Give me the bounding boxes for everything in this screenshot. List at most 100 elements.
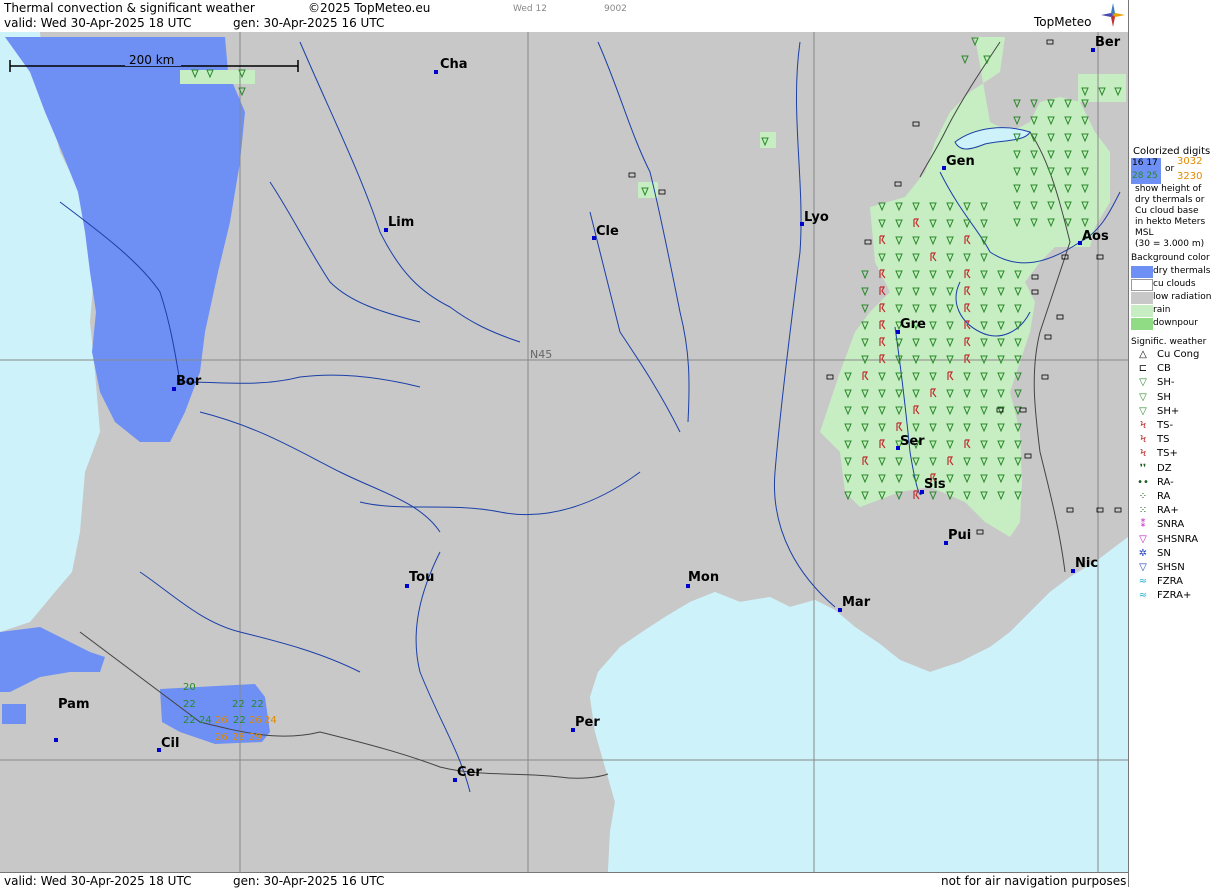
legend-sig-item: ⊏ CB (1131, 363, 1219, 376)
legend-sig-item: ▽ SH- (1131, 377, 1219, 390)
weather-symbol-icon: ⁑ (1140, 519, 1146, 531)
legend-sig-label: SH+ (1157, 405, 1180, 417)
city-mar[interactable]: Mar (838, 595, 871, 612)
sample-orange-top: 3032 (1177, 156, 1203, 167)
legend-sig-label: RA+ (1157, 505, 1179, 517)
weather-symbol-icon: ✲ (1138, 547, 1148, 559)
legend-bg-lowrad (1131, 292, 1153, 304)
svg-text:Cil: Cil (161, 736, 179, 751)
svg-text:Per: Per (575, 715, 600, 730)
digit: 26 (215, 732, 228, 743)
legend-panel: Colorized digits 16 17 28 25 or 3032 323… (1128, 0, 1219, 887)
legend-desc-2: Cu cloud base (1135, 206, 1199, 216)
weather-symbol-icon: ⊏ (1138, 363, 1148, 375)
city-gre[interactable]: Gre (896, 317, 926, 334)
legend-sig-label: TS (1157, 434, 1170, 446)
legend-bg-rain-label: rain (1153, 305, 1171, 315)
svg-text:Pam: Pam (58, 697, 90, 712)
city-ber[interactable]: Ber (1091, 35, 1121, 52)
svg-text:Cle: Cle (596, 224, 619, 239)
legend-bg-lowrad-label: low radiation (1153, 292, 1212, 302)
svg-text:Lim: Lim (388, 215, 414, 230)
city-per[interactable]: Per (571, 715, 600, 732)
legend-bg-downpour-label: downpour (1153, 318, 1198, 328)
svg-text:Mon: Mon (688, 570, 719, 585)
legend-or: or (1165, 164, 1175, 174)
compass-icon (1101, 3, 1125, 27)
city-aos[interactable]: Aos (1078, 229, 1109, 245)
legend-sig-label: DZ (1157, 462, 1172, 474)
weather-symbol-icon: ▽ (1139, 377, 1147, 389)
legend-sig-item: ❜❜ DZ (1131, 463, 1219, 476)
svg-text:Nic: Nic (1075, 556, 1098, 571)
weather-symbol-icon: ▽ (1139, 562, 1147, 573)
header-bar: Thermal convection & significant weather… (0, 0, 1128, 33)
legend-bg-cu-label: cu clouds (1153, 279, 1196, 289)
map-title: Thermal convection & significant weather (4, 1, 255, 15)
legend-desc-3: in hekto Meters (1135, 217, 1206, 227)
legend-desc-4: MSL (1135, 228, 1154, 238)
legend-sig-item: ▽ SH+ (1131, 406, 1219, 419)
footer-note: not for air navigation purposes (941, 874, 1127, 888)
legend-sig-label: TS- (1157, 420, 1174, 431)
city-bor[interactable]: Bor (172, 374, 202, 391)
city-nic[interactable]: Nic (1071, 556, 1098, 573)
svg-text:Gre: Gre (900, 317, 926, 332)
legend-bg-dry-label: dry thermals (1153, 266, 1211, 276)
digit: 24 (264, 715, 277, 726)
svg-text:Lyo: Lyo (804, 210, 829, 225)
copyright: ©2025 TopMeteo.eu (308, 1, 431, 15)
weather-symbol-icon: Ϟ (1139, 434, 1147, 446)
legend-sig-item: •• RA- (1131, 477, 1219, 490)
weather-symbol-icon: ≈ (1138, 576, 1148, 588)
weather-symbol-icon: ⁘ (1138, 491, 1148, 502)
legend-sig-title: Signific. weather (1131, 337, 1207, 347)
sample-blue-bottom: 28 25 (1132, 171, 1158, 181)
rain-small-2 (638, 182, 658, 198)
legend-sig-item: ⁙ RA+ (1131, 505, 1219, 518)
weather-symbol-icon: ≈ (1138, 590, 1148, 602)
legend-sig-item: △ Cu Cong (1131, 349, 1219, 362)
legend-sig-item: ✲ SN (1131, 548, 1219, 561)
legend-sig-label: CB (1157, 363, 1171, 375)
digit: 22 (183, 699, 196, 710)
sample-blue-top: 16 17 (1132, 158, 1158, 168)
city-lim[interactable]: Lim (384, 215, 414, 232)
svg-text:Aos: Aos (1082, 229, 1109, 244)
legend-sig-item: ▽ SH (1131, 392, 1219, 405)
legend-bg-downpour (1131, 318, 1153, 330)
weather-symbol-icon: ▽ (1139, 405, 1147, 417)
city-cer[interactable]: Cer (453, 765, 482, 782)
city-sis[interactable]: Sis (920, 477, 946, 494)
weather-symbol-icon: ▽ (1139, 391, 1147, 403)
digit: 22 (232, 699, 245, 710)
legend-sig-label: SHSN (1157, 562, 1185, 573)
city-cle[interactable]: Cle (592, 224, 619, 240)
weather-symbol-icon: ▽ (1139, 533, 1147, 545)
weather-symbol-icon: •• (1137, 476, 1149, 488)
day-label: Wed 12 (513, 4, 547, 14)
gen-time: gen: 30-Apr-2025 16 UTC (233, 16, 385, 30)
code-label: 9002 (604, 4, 627, 14)
digit: 24 (199, 715, 212, 726)
city-gen[interactable]: Gen (942, 154, 975, 170)
svg-text:Bor: Bor (176, 374, 202, 389)
digit: 22 (183, 715, 196, 726)
legend-sig-item: ⁑ SNRA (1131, 519, 1219, 532)
legend-sig-item: ≈ FZRA+ (1131, 590, 1219, 603)
legend-sig-label: SHSNRA (1157, 533, 1199, 545)
weather-symbol-icon: Ϟ (1139, 448, 1147, 460)
digit: 28 (232, 732, 245, 743)
dry-thermals-pam (2, 704, 26, 724)
digit: 26 (249, 715, 262, 726)
city-cha[interactable]: Cha (434, 57, 468, 74)
map-canvas[interactable]: N45 20 22 22 22 22 24 26 26 22 24 26 28 … (0, 32, 1128, 872)
city-ser[interactable]: Ser (896, 434, 925, 450)
city-lyo[interactable]: Lyo (800, 210, 829, 226)
sample-orange-bottom: 3230 (1177, 171, 1203, 182)
city-pui[interactable]: Pui (944, 528, 971, 545)
city-cil[interactable]: Cil (157, 736, 179, 752)
svg-text:Pui: Pui (948, 528, 971, 543)
legend-desc-1: dry thermals or (1135, 195, 1205, 205)
legend-bg-cu (1131, 279, 1153, 291)
